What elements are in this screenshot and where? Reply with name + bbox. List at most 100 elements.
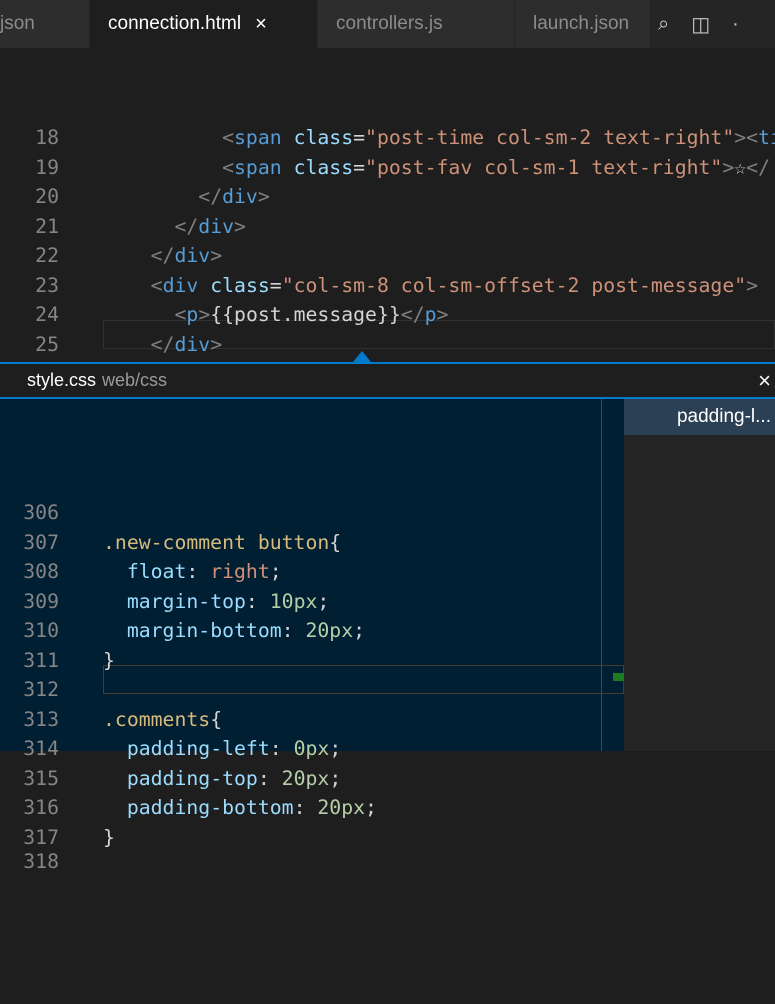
code-token: > [198, 303, 211, 326]
code-line: 318 [0, 852, 624, 872]
open-changes-icon[interactable]: ⌕ [658, 13, 669, 36]
line-text: </div> [103, 330, 222, 360]
code-token: < [150, 273, 163, 297]
peek-arrow-icon [353, 351, 371, 362]
code-token: > [436, 303, 449, 326]
code-token: right [210, 560, 270, 584]
peek-file-dir: web/css [102, 370, 168, 390]
code-line: 23 <div class="col-sm-8 col-sm-offset-2 … [0, 271, 775, 301]
code-token: padding-bottom [126, 796, 294, 820]
tab-connection-html[interactable]: connection.html × [90, 0, 318, 48]
code-token: {{post.message}} [210, 303, 401, 326]
code-token: : [257, 766, 282, 790]
code-token: class [293, 126, 354, 149]
close-icon[interactable]: × [255, 13, 267, 36]
code-token: > [234, 214, 246, 238]
line-text: padding-left: 0px; [103, 734, 341, 764]
code-token: > [210, 332, 223, 356]
code-token: : [281, 619, 306, 643]
code-line: 316 padding-bottom: 20px; [0, 793, 624, 823]
code-token: </ [746, 155, 770, 179]
more-actions-icon[interactable]: · [732, 13, 739, 36]
split-editor-icon[interactable]: ◫ [691, 12, 710, 37]
code-token: } [103, 648, 115, 672]
line-text: margin-bottom: 20px; [103, 616, 365, 646]
tab-launch-json[interactable]: launch.json [515, 0, 655, 48]
line-number: 21 [35, 214, 59, 238]
tab-label: connection.html [108, 13, 242, 34]
line-number: 317 [23, 825, 59, 849]
code-token: ; [329, 737, 342, 761]
code-line: 25 </div> [0, 330, 775, 360]
code-line: 18 <span class="post-time col-sm-2 text-… [0, 123, 775, 153]
line-text: margin-top: 10px; [103, 587, 329, 617]
code-token: ; [269, 560, 282, 584]
line-text: </div> [103, 182, 270, 212]
tab-controllers-js[interactable]: controllers.js [318, 0, 515, 48]
code-token: margin-top [126, 589, 246, 613]
code-token: : [293, 796, 318, 820]
code-token: > [722, 155, 735, 179]
line-text: <div class="col-sm-8 col-sm-offset-2 pos… [103, 271, 758, 301]
code-token: span [234, 155, 282, 179]
line-number: 316 [23, 796, 59, 820]
code-token: div [162, 273, 199, 297]
line-number: 314 [23, 737, 59, 761]
code-token: div [222, 185, 258, 208]
code-token: { [329, 530, 342, 554]
code-line: 19 <span class="post-fav col-sm-1 text-r… [0, 153, 775, 183]
code-token: { [210, 707, 223, 731]
code-token: 20px [305, 619, 354, 643]
close-peek-icon[interactable]: × [758, 368, 771, 394]
line-number: 18 [35, 126, 59, 149]
code-token: : [269, 737, 294, 761]
peek-editor[interactable]: 306 307 .new-comment button{308 float: rig… [0, 399, 624, 872]
line-number: 22 [35, 244, 59, 267]
tab-label: controllers.js [336, 13, 443, 34]
line-number: 313 [23, 707, 59, 731]
scrollbar-track[interactable] [601, 399, 602, 751]
tab-label: json [0, 13, 35, 34]
code-token: float [126, 560, 187, 584]
code-line: 22 </div> [0, 241, 775, 271]
code-token: p [424, 303, 437, 326]
line-number: 19 [35, 155, 59, 179]
code-token: ; [365, 796, 377, 820]
code-token: padding-left [126, 737, 270, 761]
code-token: div [198, 214, 235, 238]
code-token: ; [353, 619, 366, 643]
code-token: </ [400, 303, 425, 326]
code-token: ☆ [734, 155, 747, 179]
code-line: 314 padding-left: 0px; [0, 734, 624, 764]
code-token: > [257, 185, 270, 208]
line-text: <span class="post-time col-sm-2 text-rig… [103, 123, 775, 153]
line-number: 25 [35, 332, 59, 356]
code-token: class [210, 273, 270, 297]
line-text: float: right; [103, 557, 282, 587]
code-token: : [245, 589, 270, 613]
code-line: 311} [0, 646, 624, 676]
peek-references-panel: padding-l... [624, 399, 775, 751]
line-text: padding-bottom: 20px; [103, 793, 377, 823]
line-number: 318 [23, 850, 59, 874]
code-token: 20px [281, 766, 330, 790]
code-token: p [186, 303, 199, 326]
tab-json[interactable]: json [0, 0, 90, 48]
code-token: div [174, 332, 211, 356]
line-text: padding-top: 20px; [103, 764, 341, 794]
code-token: </ [150, 244, 175, 267]
code-token: </ [198, 185, 223, 208]
line-number: 308 [23, 560, 59, 584]
code-token: >< [734, 126, 759, 149]
html-editor[interactable]: 18 <span class="post-time col-sm-2 text-… [0, 48, 775, 415]
